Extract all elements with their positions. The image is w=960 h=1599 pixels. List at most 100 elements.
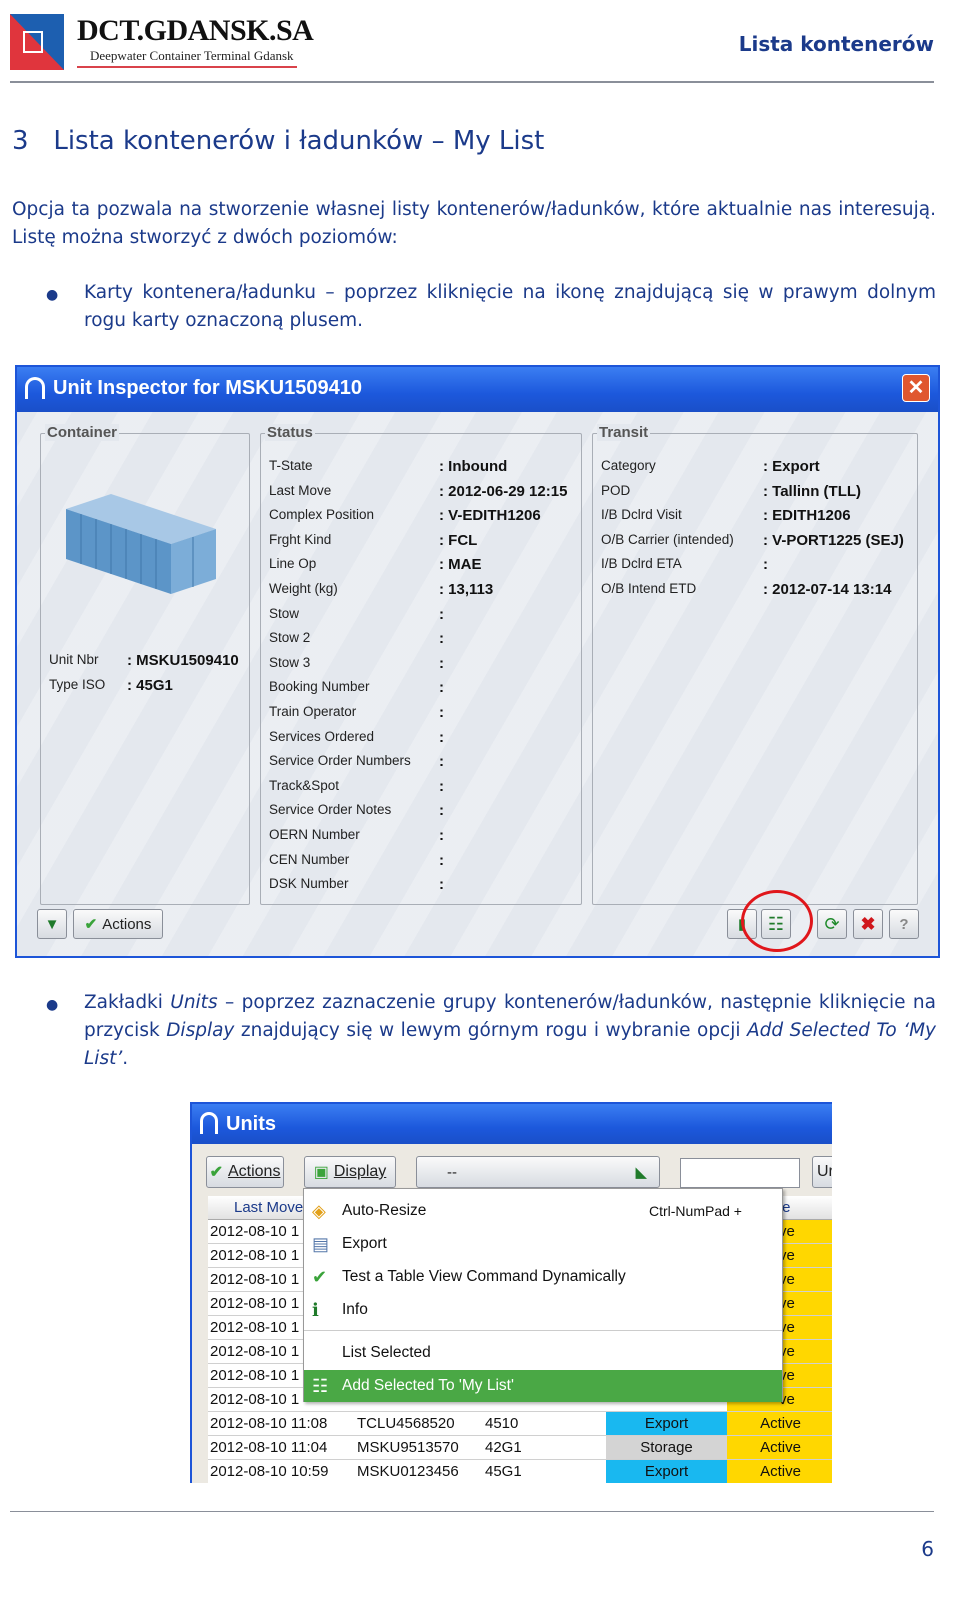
container-group: Container Unit Nbr: MSKU1509410 Type ISO… — [40, 424, 250, 905]
cell-category: Export — [606, 1412, 727, 1435]
cell-last-move: 2012-08-10 1 — [210, 1247, 300, 1264]
cell-state: Active — [727, 1436, 832, 1459]
field-row: Weight (kg): 13,113 — [269, 581, 493, 598]
table-row[interactable]: 2012-08-10 11:04 MSKU9513570 42G1 Storage Ac… — [208, 1436, 832, 1460]
field-value: : — [439, 630, 444, 648]
close-icon[interactable]: ✕ — [902, 374, 930, 402]
status-group-title: Status — [265, 424, 315, 441]
field-value: : — [439, 777, 444, 795]
text: . — [122, 1048, 129, 1069]
menu-item-export[interactable]: ▤ Export — [304, 1228, 782, 1260]
display-menu: ◈ Auto-Resize Ctrl-NumPad + ▤ Export ✔ Test a … — [303, 1188, 783, 1402]
bullet-icon: ● — [46, 997, 59, 1013]
field-value: : — [439, 728, 444, 746]
actions-label: Actions — [227, 1163, 281, 1180]
transit-group-title: Transit — [597, 424, 651, 441]
intro-paragraph: Opcja ta pozwala na stworzenie własnej l… — [12, 199, 936, 248]
menu-item-list-selected[interactable]: List Selected — [304, 1337, 782, 1369]
column-header-last-move[interactable]: Last Move — [234, 1199, 303, 1216]
field-value: : — [439, 876, 444, 894]
field-value: : FCL — [439, 531, 478, 549]
field-value: : Tallinn (TLL) — [763, 482, 862, 500]
menu-item-label: Export — [342, 1235, 387, 1252]
text: znajdujący się w lewym górnym rogu i wyb… — [234, 1020, 748, 1041]
table-row[interactable]: 2012-08-10 11:08 TCLU4568520 4510 Export Act… — [208, 1412, 832, 1436]
field-value: : EDITH1206 — [763, 507, 851, 525]
check-icon: ✔ — [209, 1164, 223, 1181]
window-icon — [200, 1112, 218, 1134]
menu-item-auto-resize[interactable]: ◈ Auto-Resize Ctrl-NumPad + — [304, 1195, 782, 1227]
page-number: 6 — [921, 1537, 934, 1561]
display-icon: ▣ — [313, 1164, 329, 1181]
units-actions-button[interactable]: ✔ Actions — [206, 1156, 284, 1188]
help-button[interactable]: ? — [889, 909, 919, 939]
field-type-iso: Type ISO: 45G1 — [49, 677, 173, 694]
refresh-button[interactable]: ⟳ — [817, 909, 847, 939]
cell-state: Active — [727, 1460, 832, 1483]
section-title: Lista kontenerów i ładunków – My List — [53, 126, 545, 156]
filter-value: -- — [447, 1163, 457, 1181]
field-row: Service Order Notes: — [269, 802, 444, 819]
inspector-title: Unit Inspector for MSKU1509410 — [53, 377, 362, 399]
unit-inspector-window: Unit Inspector for MSKU1509410 ✕ Contain… — [15, 365, 940, 958]
resize-icon: ◈ — [312, 1201, 326, 1221]
menu-item-label: List Selected — [342, 1344, 431, 1361]
field-value: : — [439, 654, 444, 672]
menu-separator — [304, 1330, 782, 1331]
display-button[interactable]: ▣ Display — [304, 1156, 396, 1188]
field-label: Type ISO — [49, 677, 106, 692]
refresh-icon: ⟳ — [824, 913, 840, 934]
field-label: Train Operator — [269, 704, 357, 719]
cut-off-button[interactable]: Ur — [812, 1156, 832, 1188]
menu-item-info[interactable]: ℹ Info — [304, 1294, 782, 1326]
cell-last-move: 2012-08-10 1 — [210, 1391, 300, 1408]
field-label: I/B Dclrd Visit — [601, 507, 682, 523]
cell-last-move: 2012-08-10 1 — [210, 1271, 300, 1288]
cell-last-move: 2012-08-10 11:04 — [210, 1439, 328, 1456]
section-number: 3 — [12, 126, 29, 156]
menu-item-label: Auto-Resize — [342, 1202, 427, 1219]
field-row: Last Move : 2012-06-29 12:15 — [269, 482, 567, 500]
field-label: Stow 3 — [269, 654, 311, 670]
field-label: Stow — [269, 605, 300, 621]
text: Zakładki — [84, 992, 171, 1013]
field-row: DSK Number: — [269, 876, 444, 893]
field-row: Service Order Numbers: — [269, 753, 444, 770]
field-row: OERN Number: — [269, 827, 444, 844]
container-image — [66, 494, 216, 594]
field-value: : — [439, 704, 444, 721]
field-row: POD: Tallinn (TLL) — [601, 483, 861, 500]
menu-item-label: Info — [342, 1301, 368, 1318]
field-value: : — [439, 802, 444, 820]
filter-dropdown[interactable]: -- ◣ — [416, 1156, 660, 1188]
field-row: Track&Spot: — [269, 778, 444, 795]
status-group: Status T-State: Inbound Last Move: 2012-0… — [260, 424, 582, 905]
field-label: CEN Number — [269, 851, 350, 867]
inspector-actions-button[interactable]: ✔ Actions — [73, 909, 163, 939]
table-row[interactable]: 2012-08-10 10:59 MSKU0123456 45G1 Export Act… — [208, 1460, 832, 1483]
field-label: OERN Number — [269, 827, 360, 842]
field-value: : MAE — [439, 556, 482, 574]
container-group-title: Container — [45, 424, 120, 441]
highlight-circle — [741, 890, 813, 952]
menu-item-add-selected-to-my-list[interactable]: ☷ Add Selected To 'My List' — [304, 1370, 782, 1402]
menu-item-test-a-table-view-command-dynamically[interactable]: ✔ Test a Table View Command Dynamically — [304, 1261, 782, 1293]
field-label: Category — [601, 458, 656, 473]
field-row: Complex Position: V-EDITH1206 — [269, 507, 541, 524]
field-label: Last Move — [269, 482, 332, 498]
cell-state: Active — [727, 1412, 832, 1435]
cell-last-move: 2012-08-10 1 — [210, 1367, 300, 1384]
field-label: T-State — [269, 458, 313, 473]
delete-button[interactable]: ✖ — [853, 909, 883, 939]
field-row: Stow: — [269, 605, 444, 623]
collapse-button[interactable]: ▼ — [37, 909, 67, 939]
header-title: Lista kontenerów — [738, 32, 934, 56]
field-value: : — [439, 605, 444, 623]
search-input[interactable] — [680, 1158, 800, 1188]
field-value: : 2012-06-29 12:15 — [439, 482, 568, 500]
company-logo-subtitle: Deepwater Container Terminal Gdansk — [90, 48, 294, 63]
field-label: Stow 2 — [269, 630, 311, 646]
field-row: I/B Dclrd Visit : EDITH1206 — [601, 507, 851, 524]
field-row: O/B Carrier (intended): V-PORT1225 (SEJ) — [601, 532, 904, 549]
cell-last-move: 2012-08-10 11:08 — [210, 1415, 328, 1432]
